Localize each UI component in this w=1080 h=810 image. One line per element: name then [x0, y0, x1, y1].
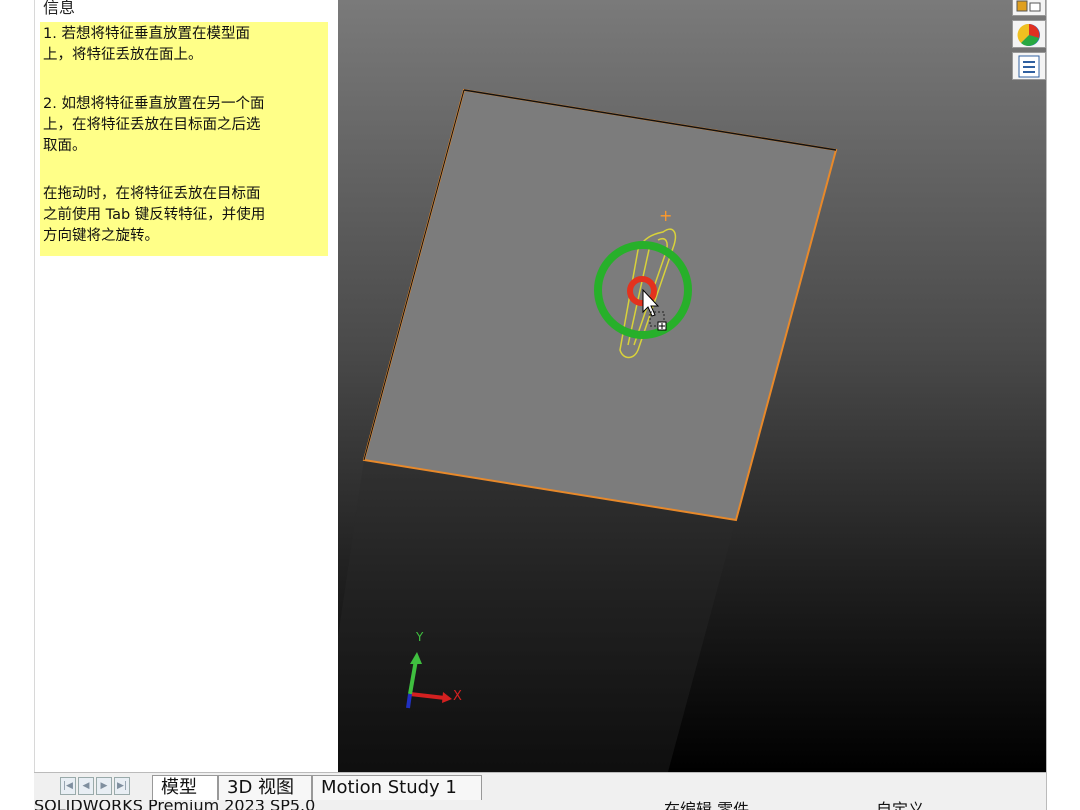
info-header: 信息 ⌃	[35, 0, 339, 20]
status-mode: 在编辑 零件	[664, 800, 750, 810]
display-pane-icon[interactable]	[1012, 0, 1046, 16]
triad-x-label: X	[453, 689, 462, 704]
status-app-name: SOLIDWORKS Premium 2023 SP5.0	[34, 800, 316, 810]
tab-motion-study[interactable]: Motion Study 1	[312, 775, 482, 800]
info-message-box: 1. 若想将特征垂直放置在模型面 上，将特征丢放在面上。 2. 如想将特征垂直放…	[40, 22, 328, 256]
status-units[interactable]: 自定义	[876, 800, 924, 810]
status-bar: SOLIDWORKS Premium 2023 SP5.0 在编辑 零件 自定义	[34, 800, 1046, 810]
bottom-tab-bar: |◀ ◀ ▶ ▶| 模型 3D 视图 Motion Study 1	[34, 772, 1046, 801]
prev-tab-icon[interactable]: ◀	[78, 777, 94, 795]
info-panel: 信息 ⌃ 1. 若想将特征垂直放置在模型面 上，将特征丢放在面上。 2. 如想将…	[34, 0, 339, 772]
close-icon[interactable]: ⌃	[314, 0, 329, 13]
last-tab-icon[interactable]: ▶|	[114, 777, 130, 795]
first-tab-icon[interactable]: |◀	[60, 777, 76, 795]
graphics-viewport[interactable]: + X Y	[338, 0, 1048, 772]
info-paragraph-2: 2. 如想将特征垂直放置在另一个面 上，在将特征丢放在目标面之后选 取面。	[43, 96, 265, 154]
origin-marker-icon: +	[659, 206, 672, 225]
triad-y-label: Y	[415, 630, 424, 644]
next-tab-icon[interactable]: ▶	[96, 777, 112, 795]
info-paragraph-1: 1. 若想将特征垂直放置在模型面 上，将特征丢放在面上。	[43, 26, 250, 63]
appearance-icon[interactable]	[1012, 20, 1046, 48]
task-pane-strip	[1046, 0, 1080, 810]
custom-properties-icon[interactable]	[1012, 52, 1046, 80]
viewport-canvas: + X Y	[338, 88, 838, 772]
info-title: 信息	[43, 0, 76, 17]
info-paragraph-3: 在拖动时，在将特征丢放在目标面 之前使用 Tab 键反转特征，并使用 方向键将之…	[43, 186, 266, 244]
tab-3d-view[interactable]: 3D 视图	[218, 775, 312, 800]
tab-model[interactable]: 模型	[152, 775, 218, 800]
